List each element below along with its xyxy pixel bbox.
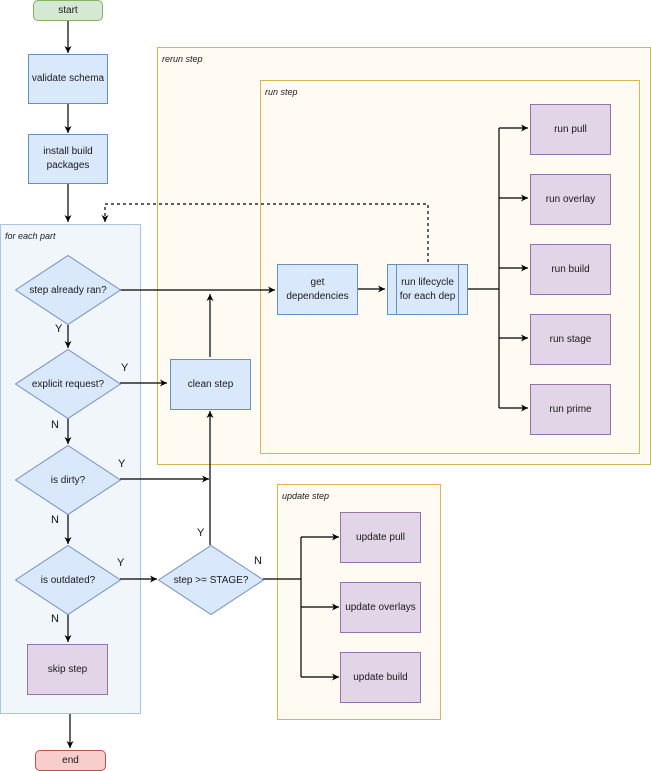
run-pull-text: run pull <box>554 123 587 135</box>
label-outdated-yes: Y <box>117 557 125 569</box>
update-pull-node[interactable]: update pull <box>340 512 421 563</box>
start-node[interactable]: start <box>33 0 103 21</box>
validate-schema-text: validate schema <box>31 73 105 84</box>
explicit-request-decision[interactable]: explicit request? <box>15 349 121 419</box>
step-ge-stage-text: step >= STAGE? <box>173 574 249 586</box>
edge-lifecycle-trunk <box>468 128 500 408</box>
subprocess-bar-right <box>458 265 467 314</box>
run-prime-node[interactable]: run prime <box>530 384 611 435</box>
step-already-ran-text: step already ran? <box>29 284 107 296</box>
is-dirty-text: is dirty? <box>50 474 86 486</box>
label-stage-no: N <box>254 555 262 567</box>
label-dirty-yes: Y <box>118 458 126 470</box>
explicit-request-text: explicit request? <box>31 378 105 390</box>
run-stage-node[interactable]: run stage <box>530 314 611 365</box>
get-dependencies-node[interactable]: get dependencies <box>277 264 358 315</box>
run-build-node[interactable]: run build <box>530 244 611 295</box>
step-already-ran-decision[interactable]: step already ran? <box>15 255 121 325</box>
update-overlays-text: update overlays <box>345 601 416 613</box>
update-overlays-node[interactable]: update overlays <box>340 582 421 633</box>
flowchart-canvas: rerun step run step update step for each… <box>0 0 651 771</box>
clean-step-text: clean step <box>187 378 234 390</box>
validate-schema-node[interactable]: validate schema <box>28 54 108 104</box>
run-overlay-text: run overlay <box>545 193 596 205</box>
update-pull-text: update pull <box>356 531 405 543</box>
get-dependencies-text: get dependencies <box>286 276 349 302</box>
run-build-text: run build <box>551 263 590 275</box>
install-build-packages-text: install build packages <box>43 146 93 171</box>
step-ge-stage-decision[interactable]: step >= STAGE? <box>158 545 264 615</box>
run-lifecycle-node[interactable]: run lifecycle for each dep <box>387 264 468 315</box>
start-text: start <box>58 4 78 16</box>
edge-lifecycle-loopback <box>101 203 429 262</box>
is-outdated-text: is outdated? <box>40 574 96 586</box>
update-build-node[interactable]: update build <box>340 652 421 703</box>
label-outdated-no: N <box>51 613 59 625</box>
run-stage-text: run stage <box>549 333 592 345</box>
skip-step-node[interactable]: skip step <box>27 644 108 695</box>
run-overlay-node[interactable]: run overlay <box>530 174 611 225</box>
label-explicit-yes: Y <box>121 362 129 374</box>
run-prime-text: run prime <box>549 403 592 415</box>
clean-step-node[interactable]: clean step <box>170 359 251 410</box>
run-lifecycle-text: run lifecycle for each dep <box>399 276 456 302</box>
label-already-ran-yes: Y <box>55 323 63 335</box>
run-pull-node[interactable]: run pull <box>530 104 611 155</box>
subprocess-bar-left <box>388 265 397 314</box>
edge-stage-update-trunk <box>263 537 302 677</box>
label-explicit-no: N <box>51 419 59 431</box>
is-outdated-decision[interactable]: is outdated? <box>15 545 121 615</box>
install-build-packages-node[interactable]: install build packages <box>28 134 108 184</box>
update-build-text: update build <box>353 671 408 683</box>
end-node[interactable]: end <box>35 750 106 771</box>
end-text: end <box>62 754 79 766</box>
label-stage-yes: Y <box>197 527 205 539</box>
skip-step-text: skip step <box>47 663 88 675</box>
is-dirty-decision[interactable]: is dirty? <box>15 445 121 515</box>
label-dirty-no: N <box>51 514 59 526</box>
